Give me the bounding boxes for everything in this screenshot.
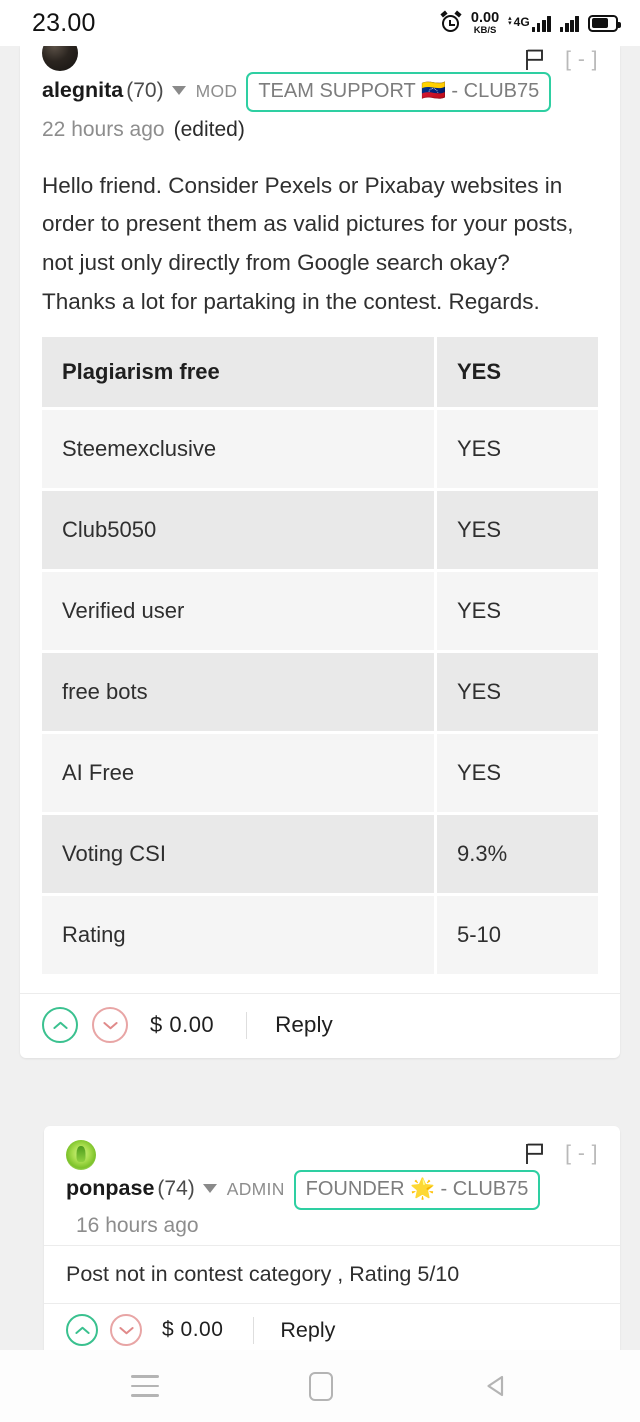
chevron-up-icon (74, 1326, 90, 1334)
table-cell-key: Steemexclusive (42, 410, 434, 489)
status-bar: 23.00 0.00 KB/S ▴ ▾ 4G (0, 0, 640, 46)
table-cell-value: YES (437, 337, 598, 408)
comment-card-ponpase: [ - ] ponpase (74) ADMIN FOUNDER 🌟 - CLU… (44, 1126, 620, 1350)
comment-meta: ponpase (74) ADMIN FOUNDER 🌟 - CLUB75 16… (66, 1170, 598, 1245)
flag-icon[interactable] (525, 1143, 545, 1165)
comment-body: Hello friend. Consider Pexels or Pixabay… (20, 157, 620, 338)
sim1-signal-indicator: ▴ ▾ 4G (508, 15, 551, 32)
table-cell-key: AI Free (42, 734, 434, 813)
downvote-button[interactable] (92, 1007, 128, 1044)
user-avatar-alegnita[interactable] (42, 46, 78, 71)
comment-author-alegnita[interactable]: alegnita (42, 74, 123, 107)
table-cell-value: 9.3% (437, 815, 598, 894)
table-cell-value: YES (437, 491, 598, 570)
chevron-down-icon (118, 1326, 134, 1334)
table-cell-key: Voting CSI (42, 815, 434, 894)
comment-body: Post not in contest category , Rating 5/… (44, 1244, 620, 1303)
comment-header: [ - ] ponpase (74) ADMIN FOUNDER 🌟 - CLU… (44, 1126, 620, 1245)
battery-icon (588, 14, 621, 32)
comment-actions: $ 0.00 Reply (20, 993, 620, 1058)
author-reputation: (70) (126, 79, 164, 102)
table-cell-key: Verified user (42, 572, 434, 651)
table-cell-value: YES (437, 572, 598, 651)
comment-timestamp-row: 22 hours ago (edited) (42, 114, 598, 157)
reply-button[interactable]: Reply (275, 1012, 333, 1038)
payout-amount[interactable]: $ 0.00 (162, 1318, 223, 1342)
upvote-button[interactable] (42, 1007, 78, 1044)
comment-edited-label: (edited) (173, 118, 245, 141)
table-cell-key: Rating (42, 896, 434, 975)
comment-header: [ - ] alegnita (70) MOD TEAM SUPPORT 🇻🇪 … (20, 46, 620, 157)
comment-body-line: not just only directly from Google searc… (42, 249, 510, 275)
table-cell-value: YES (437, 734, 598, 813)
data-rate-unit: KB/S (473, 25, 497, 36)
divider (246, 1011, 248, 1039)
table-cell-value: YES (437, 410, 598, 489)
status-badge: TEAM SUPPORT 🇻🇪 - CLUB75 (246, 72, 552, 112)
comment-header-actions: [ - ] (525, 1140, 598, 1166)
back-triangle-icon[interactable] (483, 1373, 509, 1399)
home-square-icon[interactable] (309, 1371, 333, 1401)
comment-timestamp[interactable]: 22 hours ago (42, 114, 165, 147)
sim2-signal-indicator (559, 15, 579, 32)
table-cell-value: 5-10 (437, 896, 598, 975)
table-row: AI Free YES (42, 734, 598, 813)
data-transfer-arrows-icon: ▴ ▾ (508, 14, 512, 27)
status-badge: FOUNDER 🌟 - CLUB75 (293, 1170, 541, 1211)
status-bar-indicators: 0.00 KB/S ▴ ▾ 4G (440, 9, 621, 36)
comment-header-actions: [ - ] (525, 46, 598, 72)
comment-author-ponpase[interactable]: ponpase (66, 1172, 154, 1205)
review-table: Plagiarism free YES Steemexclusive YES C… (20, 337, 620, 993)
divider (253, 1316, 255, 1344)
table-cell-value: YES (437, 653, 598, 732)
author-role-badge: MOD (195, 81, 238, 101)
table-row: Verified user YES (42, 572, 598, 651)
android-navigation-bar (0, 1350, 640, 1422)
comment-body-line: Hello friend. Consider Pexels or Pixabay… (42, 172, 563, 198)
table-cell-key: Club5050 (42, 491, 434, 570)
flag-icon[interactable] (525, 49, 545, 71)
signal-bars-icon (559, 15, 579, 32)
chevron-up-icon (52, 1021, 68, 1029)
comment-body-line: order to present them as valid pictures … (42, 211, 574, 237)
table-row: Rating 5-10 (42, 896, 598, 975)
alarm-clock-icon (440, 10, 462, 34)
comments-scroll-area[interactable]: [ - ] alegnita (70) MOD TEAM SUPPORT 🇻🇪 … (0, 46, 640, 1350)
table-row: Plagiarism free YES (42, 337, 598, 408)
comment-body-line: Thanks a lot for partaking in the contes… (42, 288, 540, 314)
table-row: Club5050 YES (42, 491, 598, 570)
table-row: Voting CSI 9.3% (42, 815, 598, 894)
comment-card-alegnita: [ - ] alegnita (70) MOD TEAM SUPPORT 🇻🇪 … (20, 46, 620, 1059)
comment-timestamp[interactable]: 16 hours ago (76, 1210, 199, 1243)
payout-amount[interactable]: $ 0.00 (150, 1012, 214, 1038)
signal-bars-icon (531, 15, 551, 32)
author-role-badge: ADMIN (226, 1179, 285, 1200)
status-bar-clock: 23.00 (32, 8, 96, 37)
collapse-comment-button[interactable]: [ - ] (565, 1142, 598, 1166)
table-row: free bots YES (42, 653, 598, 732)
chevron-down-icon (102, 1021, 118, 1029)
recents-menu-icon[interactable] (131, 1375, 159, 1397)
chevron-down-icon[interactable] (171, 86, 186, 95)
table-cell-key: Plagiarism free (42, 337, 434, 408)
data-rate-indicator: 0.00 KB/S (470, 9, 500, 36)
table-row: Steemexclusive YES (42, 410, 598, 489)
reply-button[interactable]: Reply (280, 1318, 335, 1343)
network-type-label: 4G (513, 14, 530, 29)
downvote-button[interactable] (110, 1314, 142, 1347)
author-reputation: (74) (157, 1177, 195, 1201)
user-avatar-ponpase[interactable] (66, 1140, 96, 1171)
comment-actions: $ 0.00 Reply (44, 1303, 620, 1350)
upvote-button[interactable] (66, 1314, 98, 1347)
chevron-down-icon[interactable] (202, 1184, 217, 1194)
collapse-comment-button[interactable]: [ - ] (565, 48, 598, 72)
comment-meta: alegnita (70) MOD TEAM SUPPORT 🇻🇪 - CLUB… (42, 72, 598, 118)
comment-gap (0, 1058, 640, 1126)
data-rate-value: 0.00 (470, 9, 500, 26)
table-cell-key: free bots (42, 653, 434, 732)
